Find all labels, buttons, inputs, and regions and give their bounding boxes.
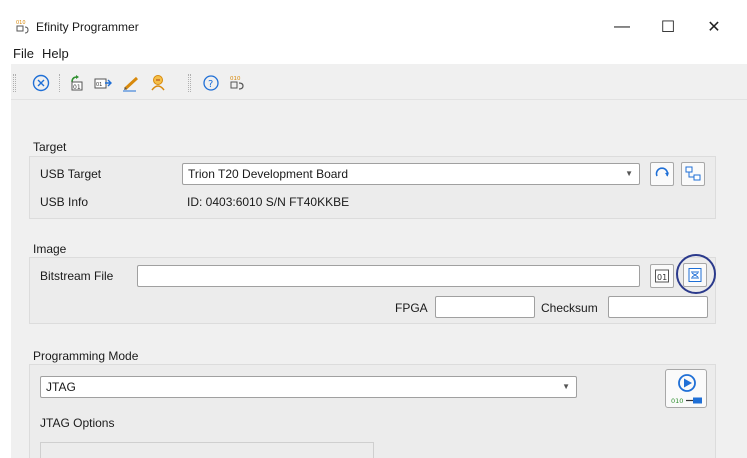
efinity-programmer-window: 010 Efinity Programmer — ☐ ✕ File Help 0… xyxy=(11,10,747,458)
toolbar-grip[interactable] xyxy=(13,74,16,92)
bitstream-file-icon: 01 xyxy=(655,269,669,283)
debug-person-icon[interactable] xyxy=(149,74,167,92)
open-bitstream-icon[interactable]: 01 xyxy=(68,74,86,92)
programming-mode-value: JTAG xyxy=(46,380,76,394)
usb-target-select[interactable]: Trion T20 Development Board ▼ xyxy=(182,163,640,185)
checksum-input[interactable] xyxy=(608,296,708,318)
jtag-options-box xyxy=(40,442,374,458)
usb-target-label: USB Target xyxy=(40,167,102,181)
toolbar-grip-2 xyxy=(188,74,191,92)
checksum-label: Checksum xyxy=(541,301,598,315)
programming-mode-group-label: Programming Mode xyxy=(33,349,139,363)
help-icon[interactable]: ? xyxy=(202,74,220,92)
maximize-button[interactable]: ☐ xyxy=(645,10,691,44)
svg-text:?: ? xyxy=(208,79,213,90)
fpga-label: FPGA xyxy=(395,301,428,315)
toolbar-separator xyxy=(59,74,60,92)
svg-text:01: 01 xyxy=(73,84,81,91)
program-icon[interactable]: 010 xyxy=(229,74,247,92)
highlight-ring xyxy=(676,254,716,294)
chevron-down-icon: ▼ xyxy=(625,169,633,178)
select-bitstream-glyph: 01 xyxy=(657,273,667,282)
bitstream-file-input[interactable] xyxy=(137,265,640,287)
edit-icon[interactable] xyxy=(122,74,140,92)
svg-text:010: 010 xyxy=(16,20,26,26)
minimize-button[interactable]: — xyxy=(599,10,645,44)
refresh-icon xyxy=(655,167,669,177)
menu-file[interactable]: File xyxy=(13,46,34,61)
usb-target-value: Trion T20 Development Board xyxy=(188,167,349,181)
fpga-input[interactable] xyxy=(435,296,535,318)
bitstream-file-label: Bitstream File xyxy=(40,269,114,283)
refresh-button[interactable] xyxy=(650,162,674,186)
start-program-button[interactable]: 010 xyxy=(665,369,707,408)
device-tree-button[interactable] xyxy=(681,162,705,186)
chevron-down-icon: ▼ xyxy=(562,382,570,391)
title-bar: 010 Efinity Programmer — ☐ ✕ xyxy=(11,10,747,44)
app-icon: 010 xyxy=(16,20,29,34)
export-icon[interactable]: 01 xyxy=(94,74,112,92)
usb-info-label: USB Info xyxy=(40,195,89,209)
close-button[interactable]: ✕ xyxy=(691,10,737,44)
menu-help[interactable]: Help xyxy=(42,46,69,61)
close-circle-icon[interactable] xyxy=(32,74,50,92)
window-title: Efinity Programmer xyxy=(36,20,139,34)
toolbar: 01 01 ? 010 xyxy=(11,66,747,100)
usb-info-value: ID: 0403:6010 S/N FT40KKBE xyxy=(187,195,350,209)
programming-mode-select[interactable]: JTAG ▼ xyxy=(40,376,577,398)
jtag-options-label: JTAG Options xyxy=(40,416,115,430)
device-tree-icon xyxy=(685,166,701,181)
start-program-icon: 010 xyxy=(671,374,702,405)
menu-bar: File Help xyxy=(11,44,747,64)
start-program-text: 010 xyxy=(671,397,683,405)
select-bitstream-button[interactable]: 01 xyxy=(650,264,674,288)
image-group-label: Image xyxy=(33,242,67,256)
svg-text:01: 01 xyxy=(96,82,102,88)
target-group-label: Target xyxy=(33,140,67,154)
svg-text:010: 010 xyxy=(230,76,241,82)
